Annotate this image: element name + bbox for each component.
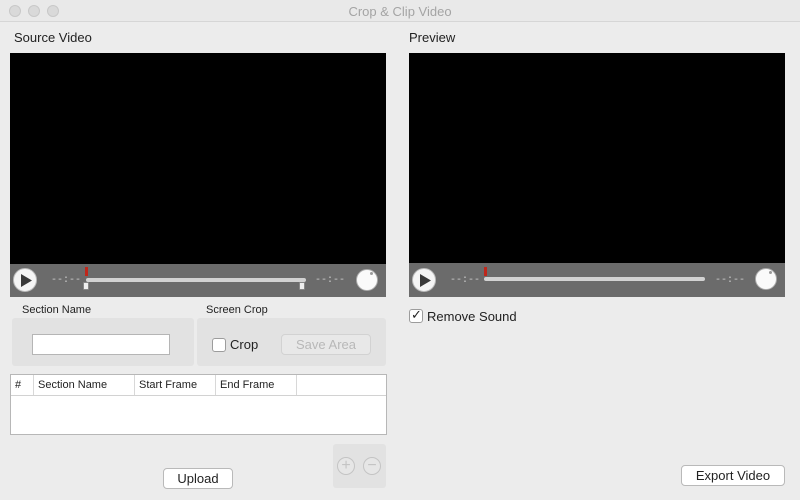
play-icon (420, 274, 431, 287)
add-section-button[interactable]: + (337, 457, 355, 475)
checkmark-icon: ✓ (411, 307, 422, 322)
preview-video-player[interactable] (409, 53, 785, 263)
section-name-input[interactable] (32, 334, 170, 355)
section-name-group (12, 318, 194, 366)
crop-label: Crop (230, 337, 259, 352)
source-start-handle[interactable] (83, 282, 89, 290)
preview-controls-bar: --:-- --:-- (409, 263, 785, 297)
save-area-button[interactable]: Save Area (281, 334, 371, 355)
preview-timeline-track[interactable] (484, 277, 705, 281)
source-volume-knob-icon[interactable] (356, 269, 378, 291)
add-remove-group: + − (333, 444, 386, 488)
column-header-index[interactable]: # (11, 375, 34, 395)
source-time-end: --:-- (315, 275, 346, 286)
preview-playhead-marker[interactable] (484, 267, 487, 276)
source-video-label: Source Video (14, 30, 92, 45)
source-playhead-marker[interactable] (85, 267, 88, 276)
export-video-button[interactable]: Export Video (681, 465, 785, 486)
source-time-start: --:-- (51, 275, 82, 286)
preview-play-button[interactable] (412, 268, 436, 292)
source-video-player[interactable] (10, 53, 386, 264)
preview-time-start: --:-- (450, 275, 481, 286)
remove-sound-checkbox[interactable]: ✓ (409, 307, 423, 323)
sections-table[interactable]: # Section Name Start Frame End Frame (10, 374, 387, 435)
column-header-section-name[interactable]: Section Name (34, 375, 135, 395)
window-title: Crop & Clip Video (348, 4, 452, 19)
column-header-end-frame[interactable]: End Frame (216, 375, 297, 395)
crop-checkbox[interactable] (212, 338, 226, 352)
title-bar: Crop & Clip Video (0, 0, 800, 22)
upload-button[interactable]: Upload (163, 468, 233, 489)
source-timeline-track[interactable] (86, 278, 306, 282)
preview-volume-knob-icon[interactable] (755, 268, 777, 290)
play-icon (21, 274, 32, 287)
preview-label: Preview (409, 30, 456, 45)
table-header: # Section Name Start Frame End Frame (11, 375, 386, 396)
section-name-title: Section Name (22, 304, 92, 316)
column-header-empty (297, 375, 386, 395)
remove-section-button[interactable]: − (363, 457, 381, 475)
screen-crop-group: Crop Save Area (197, 318, 386, 366)
preview-time-end: --:-- (715, 275, 746, 286)
column-header-start-frame[interactable]: Start Frame (135, 375, 216, 395)
screen-crop-title: Screen Crop (206, 304, 268, 316)
remove-sound-label: Remove Sound (427, 309, 517, 324)
source-play-button[interactable] (13, 268, 37, 292)
source-controls-bar: --:-- --:-- (10, 264, 386, 297)
source-end-handle[interactable] (299, 282, 305, 290)
